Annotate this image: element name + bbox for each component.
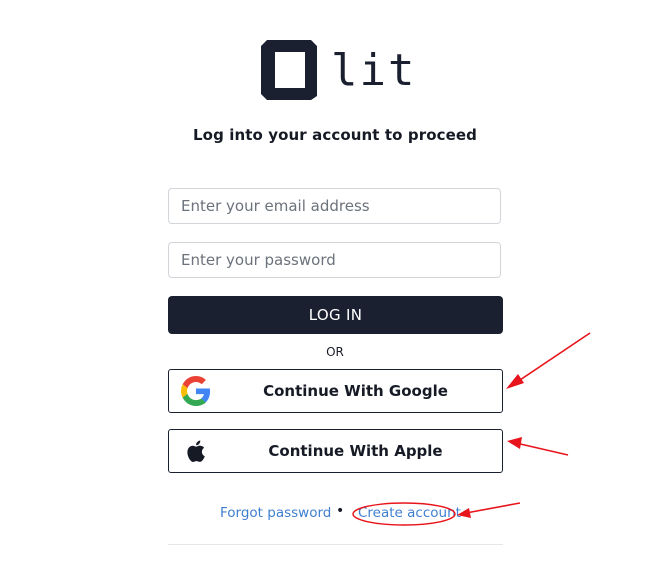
logo-square-mark	[261, 40, 317, 100]
apple-icon	[187, 440, 205, 462]
create-account-link[interactable]: Create account	[358, 505, 461, 521]
forgot-password-link[interactable]: Forgot password	[220, 505, 331, 521]
google-icon	[181, 376, 211, 406]
password-field[interactable]	[168, 242, 501, 278]
account-links: Forgot password • Create account	[0, 503, 652, 525]
or-separator: OR	[326, 345, 344, 359]
arrow-to-apple	[507, 437, 569, 456]
login-button[interactable]: LOG IN	[168, 296, 503, 334]
apple-button-label: Continue With Apple	[268, 442, 443, 460]
arrow-to-google	[506, 332, 591, 389]
continue-with-apple-button[interactable]: Continue With Apple	[168, 429, 503, 473]
link-separator-dot: •	[336, 503, 345, 519]
litt-logo: litt	[261, 40, 411, 100]
logo-wordmark: litt	[331, 45, 411, 96]
continue-with-google-button[interactable]: Continue With Google	[168, 369, 503, 413]
google-button-label: Continue With Google	[263, 382, 448, 400]
bottom-divider	[168, 544, 503, 545]
page-title: Log into your account to proceed	[193, 126, 477, 144]
email-field[interactable]	[168, 188, 501, 224]
